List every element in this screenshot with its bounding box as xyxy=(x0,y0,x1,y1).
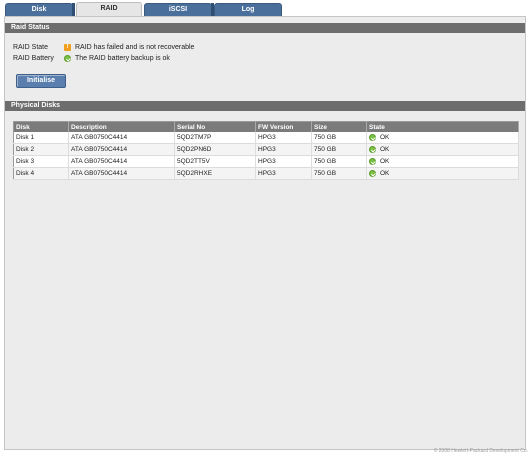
raid-status-header: Raid Status xyxy=(5,23,525,33)
column-header-disk[interactable]: Disk xyxy=(13,121,69,132)
raid-battery-text: The RAID battery backup is ok xyxy=(75,55,170,62)
column-header-serial[interactable]: Serial No xyxy=(174,121,256,132)
disk-state: OK xyxy=(366,143,519,156)
disk-fw: HPG3 xyxy=(255,143,312,156)
disk-name: Disk 4 xyxy=(13,167,69,180)
tab-raid[interactable]: RAID xyxy=(76,2,142,17)
raid-state-label: RAID State xyxy=(13,44,49,51)
table-row[interactable]: Disk 2 ATA GB0750C4414 5QD2PN6D HPG3 750… xyxy=(13,143,519,156)
tab-separator xyxy=(72,3,75,16)
disk-name: Disk 1 xyxy=(13,132,69,144)
disk-description: ATA GB0750C4414 xyxy=(68,155,175,168)
raid-battery-label: RAID Battery xyxy=(13,55,54,62)
ok-icon xyxy=(64,55,71,62)
disk-state: OK xyxy=(366,132,519,144)
content-frame: Raid Status RAID State ! RAID has failed… xyxy=(4,16,526,450)
disk-name: Disk 2 xyxy=(13,143,69,156)
warning-icon: ! xyxy=(64,44,71,51)
table-row[interactable]: Disk 3 ATA GB0750C4414 5QD2TT5V HPG3 750… xyxy=(13,155,519,168)
disk-size: 750 GB xyxy=(311,167,367,180)
initialise-button[interactable]: Initialise xyxy=(16,74,66,88)
disk-size: 750 GB xyxy=(311,155,367,168)
disk-description: ATA GB0750C4414 xyxy=(68,132,175,144)
column-header-size[interactable]: Size xyxy=(311,121,367,132)
table-row[interactable]: Disk 4 ATA GB0750C4414 5QD2RHXE HPG3 750… xyxy=(13,167,519,180)
disk-fw: HPG3 xyxy=(255,155,312,168)
tab-log[interactable]: Log xyxy=(214,3,282,16)
column-header-state[interactable]: State xyxy=(366,121,519,132)
disk-description: ATA GB0750C4414 xyxy=(68,143,175,156)
table-header-row: Disk Description Serial No FW Version Si… xyxy=(13,121,519,132)
tab-iscsi[interactable]: iSCSI xyxy=(144,3,212,16)
disk-fw: HPG3 xyxy=(255,132,312,144)
ok-icon xyxy=(369,146,376,153)
disk-serial: 5QD2RHXE xyxy=(174,167,256,180)
disk-serial: 5QD2TT5V xyxy=(174,155,256,168)
tab-disk[interactable]: Disk xyxy=(5,3,73,16)
column-header-description[interactable]: Description xyxy=(68,121,175,132)
disk-state: OK xyxy=(366,167,519,180)
disk-name: Disk 3 xyxy=(13,155,69,168)
disk-description: ATA GB0750C4414 xyxy=(68,167,175,180)
ok-icon xyxy=(369,170,376,177)
disk-fw: HPG3 xyxy=(255,167,312,180)
ok-icon xyxy=(369,134,376,141)
table-row[interactable]: Disk 1 ATA GB0750C4414 5QD2TM7P HPG3 750… xyxy=(13,132,519,144)
disk-serial: 5QD2PN6D xyxy=(174,143,256,156)
column-header-fw-version[interactable]: FW Version xyxy=(255,121,312,132)
disk-serial: 5QD2TM7P xyxy=(174,132,256,144)
disk-size: 750 GB xyxy=(311,143,367,156)
copyright-footer: © 2008 Hewlett-Packard Development Co. xyxy=(433,448,528,454)
physical-disks-header: Physical Disks xyxy=(5,101,525,111)
disk-state: OK xyxy=(366,155,519,168)
ok-icon xyxy=(369,158,376,165)
raid-state-text: RAID has failed and is not recoverable xyxy=(75,44,195,51)
disk-size: 750 GB xyxy=(311,132,367,144)
physical-disks-table: Disk Description Serial No FW Version Si… xyxy=(13,121,519,180)
